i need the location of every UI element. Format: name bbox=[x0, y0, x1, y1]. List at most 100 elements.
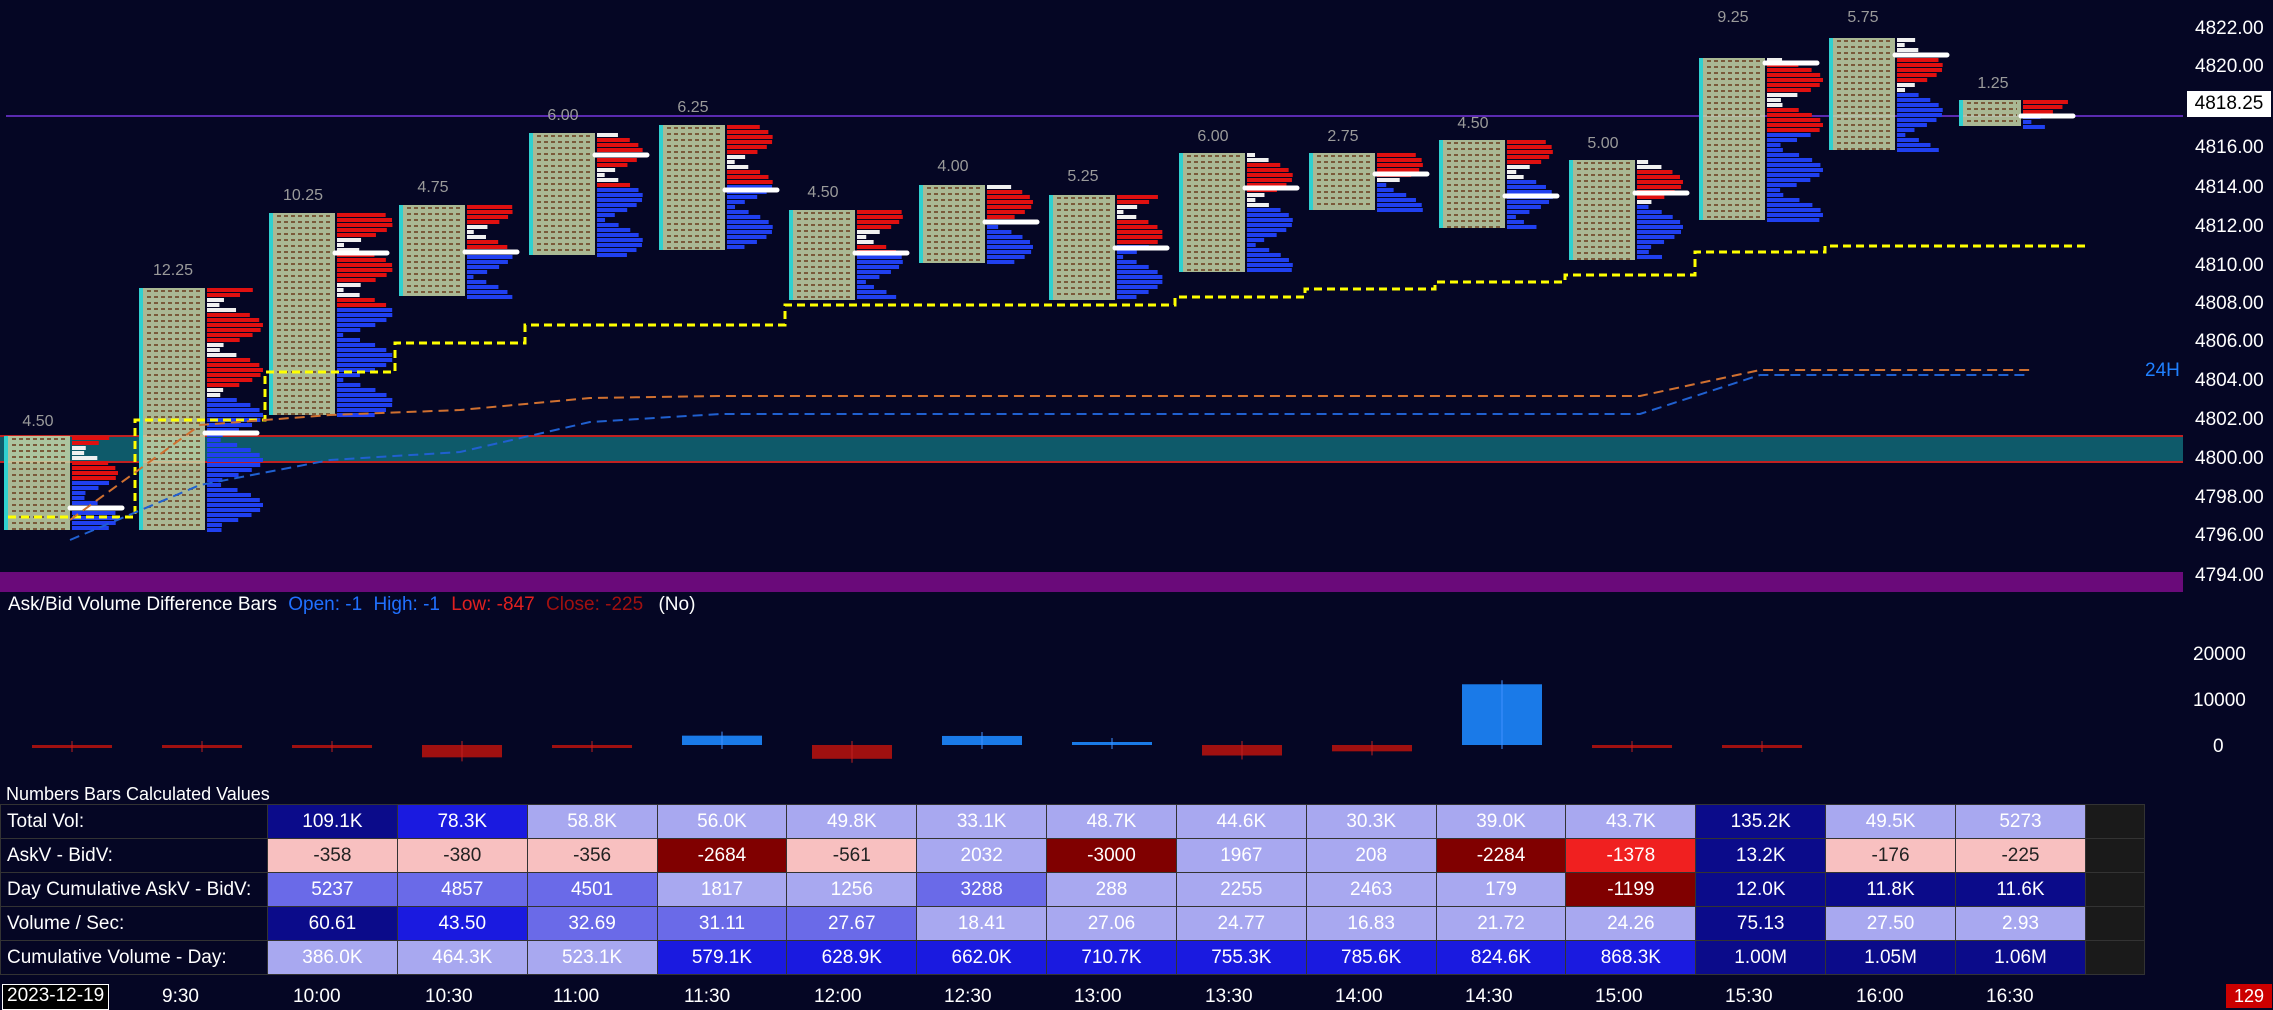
bar-range-label: 12.25 bbox=[153, 262, 193, 279]
numbers-cell: 27.06 bbox=[1046, 906, 1177, 941]
numbers-cell: 39.0K bbox=[1435, 804, 1567, 839]
time-tick: 11:00 bbox=[553, 986, 600, 1007]
date-label: 2023-12-19 bbox=[2, 984, 110, 1010]
numbers-cell: 288 bbox=[1046, 872, 1177, 907]
numbers-cell: -2684 bbox=[656, 838, 788, 873]
numbers-cell: 1967 bbox=[1175, 838, 1307, 873]
numbers-cell: 30.3K bbox=[1305, 804, 1437, 839]
bar-range-label: 4.50 bbox=[807, 184, 838, 201]
corner-badge: 129 bbox=[2226, 984, 2272, 1008]
bar-range-label: 5.00 bbox=[1587, 135, 1618, 152]
row-label: Cumulative Volume - Day: bbox=[0, 940, 268, 975]
price-axis[interactable]: 4822.00 4820.00 4816.00 4814.00 4812.00 4810.… bbox=[2183, 0, 2273, 600]
footprint-bar bbox=[919, 185, 1040, 264]
numbers-cell: 49.8K bbox=[786, 804, 918, 839]
study-header: Ask/Bid Volume Difference Bars Open: -1 … bbox=[8, 594, 695, 616]
price-chart[interactable]: 24H 4.50 12.25 10.25 4.75 6.00 6.25 4.50 4.00 5.… bbox=[0, 0, 2273, 600]
bar-range-label: 6.00 bbox=[547, 107, 578, 124]
numbers-cell: 44.6K bbox=[1175, 804, 1307, 839]
numbers-cell: -1199 bbox=[1565, 872, 1697, 907]
numbers-cell: 11.6K bbox=[1954, 872, 2087, 907]
numbers-row: Cumulative Volume - Day: 386.0K 464.3K 523.… bbox=[0, 940, 2145, 975]
numbers-cell: 18.41 bbox=[916, 906, 1048, 941]
study-mode: (No) bbox=[658, 594, 696, 615]
bar-range-label: 2.75 bbox=[1327, 128, 1358, 145]
numbers-cell: 2255 bbox=[1175, 872, 1307, 907]
numbers-cell: 208 bbox=[1305, 838, 1437, 873]
numbers-row: AskV - BidV: -358 -380 -356 -2684 -561 2032 -30… bbox=[0, 838, 2145, 873]
numbers-cell: -2284 bbox=[1435, 838, 1567, 873]
numbers-cell: 75.13 bbox=[1695, 906, 1827, 941]
numbers-cell: 56.0K bbox=[656, 804, 788, 839]
numbers-cell: 33.1K bbox=[916, 804, 1048, 839]
time-tick: 16:00 bbox=[1856, 986, 1904, 1007]
numbers-cell: 1.00M bbox=[1695, 940, 1827, 975]
numbers-cell: 2032 bbox=[916, 838, 1048, 873]
numbers-cell: 31.11 bbox=[656, 906, 788, 941]
numbers-cell: 5237 bbox=[267, 872, 398, 907]
session-label: 24H bbox=[2145, 360, 2180, 381]
numbers-cell: 24.26 bbox=[1565, 906, 1697, 941]
study-separator-band bbox=[0, 572, 2183, 592]
numbers-cell: -380 bbox=[396, 838, 528, 873]
bar-range-label: 6.00 bbox=[1197, 128, 1228, 145]
numbers-cell: 710.7K bbox=[1046, 940, 1177, 975]
numbers-cell: 4501 bbox=[526, 872, 658, 907]
time-tick: 13:00 bbox=[1074, 986, 1122, 1007]
numbers-cell: 2.93 bbox=[1954, 906, 2087, 941]
price-tick: 4810.00 bbox=[2195, 255, 2264, 276]
bar-range-label: 10.25 bbox=[283, 187, 323, 204]
numbers-cell: -225 bbox=[1954, 838, 2087, 873]
price-tick: 4796.00 bbox=[2195, 525, 2264, 546]
row-label: Total Vol: bbox=[0, 804, 268, 839]
numbers-cell: -176 bbox=[1825, 838, 1956, 873]
study-low: Low: -847 bbox=[451, 594, 535, 615]
price-tick: 4794.00 bbox=[2195, 565, 2264, 586]
price-tick: 4802.00 bbox=[2195, 409, 2264, 430]
footprint-bar bbox=[139, 288, 263, 532]
study-high: High: -1 bbox=[373, 594, 440, 615]
numbers-cell: 12.0K bbox=[1695, 872, 1827, 907]
numbers-cell: 43.7K bbox=[1565, 804, 1697, 839]
time-tick: 15:00 bbox=[1595, 986, 1643, 1007]
price-tick: 4800.00 bbox=[2195, 448, 2264, 469]
price-tick: 4820.00 bbox=[2195, 56, 2264, 77]
bar-range-label: 5.25 bbox=[1067, 168, 1098, 185]
numbers-cell: 662.0K bbox=[916, 940, 1048, 975]
value-area-band bbox=[0, 436, 2183, 462]
numbers-cell: 523.1K bbox=[526, 940, 658, 975]
volume-difference-chart[interactable] bbox=[0, 620, 2183, 780]
price-tick: 4798.00 bbox=[2195, 487, 2264, 508]
numbers-cell: 824.6K bbox=[1435, 940, 1567, 975]
numbers-bars-title: Numbers Bars Calculated Values bbox=[6, 784, 270, 804]
numbers-cell: 58.8K bbox=[526, 804, 658, 839]
numbers-cell: 32.69 bbox=[526, 906, 658, 941]
bar-range-label: 9.25 bbox=[1717, 9, 1748, 26]
numbers-cell: 27.50 bbox=[1825, 906, 1956, 941]
numbers-cell: 1817 bbox=[656, 872, 788, 907]
numbers-cell: 109.1K bbox=[267, 804, 398, 839]
bar-range-label: 4.50 bbox=[22, 413, 53, 430]
numbers-cell: 579.1K bbox=[656, 940, 788, 975]
numbers-row: Total Vol: 109.1K 78.3K 58.8K 56.0K 49.8K 33.1… bbox=[0, 804, 2145, 839]
numbers-cell: 13.2K bbox=[1695, 838, 1827, 873]
footprint-bar bbox=[529, 133, 650, 257]
numbers-cell: 135.2K bbox=[1695, 804, 1827, 839]
numbers-cell: -1378 bbox=[1565, 838, 1697, 873]
bar-range-label: 6.25 bbox=[677, 99, 708, 116]
time-axis[interactable]: 2023-12-19 9:30 10:00 10:30 11:00 11:30 12:00… bbox=[0, 984, 2273, 1010]
numbers-cell: 386.0K bbox=[267, 940, 398, 975]
study-close: Close: -225 bbox=[546, 594, 644, 615]
numbers-cell: -561 bbox=[786, 838, 918, 873]
numbers-cell: 3288 bbox=[916, 872, 1048, 907]
time-tick: 9:30 bbox=[162, 986, 199, 1007]
time-tick: 15:30 bbox=[1725, 986, 1773, 1007]
numbers-cell: 21.72 bbox=[1435, 906, 1567, 941]
time-tick: 13:30 bbox=[1205, 986, 1253, 1007]
numbers-cell: 628.9K bbox=[786, 940, 918, 975]
price-tick: 4816.00 bbox=[2195, 137, 2264, 158]
numbers-cell: 48.7K bbox=[1046, 804, 1177, 839]
row-label: Volume / Sec: bbox=[0, 906, 268, 941]
numbers-cell: 16.83 bbox=[1305, 906, 1437, 941]
study-open: Open: -1 bbox=[288, 594, 363, 615]
